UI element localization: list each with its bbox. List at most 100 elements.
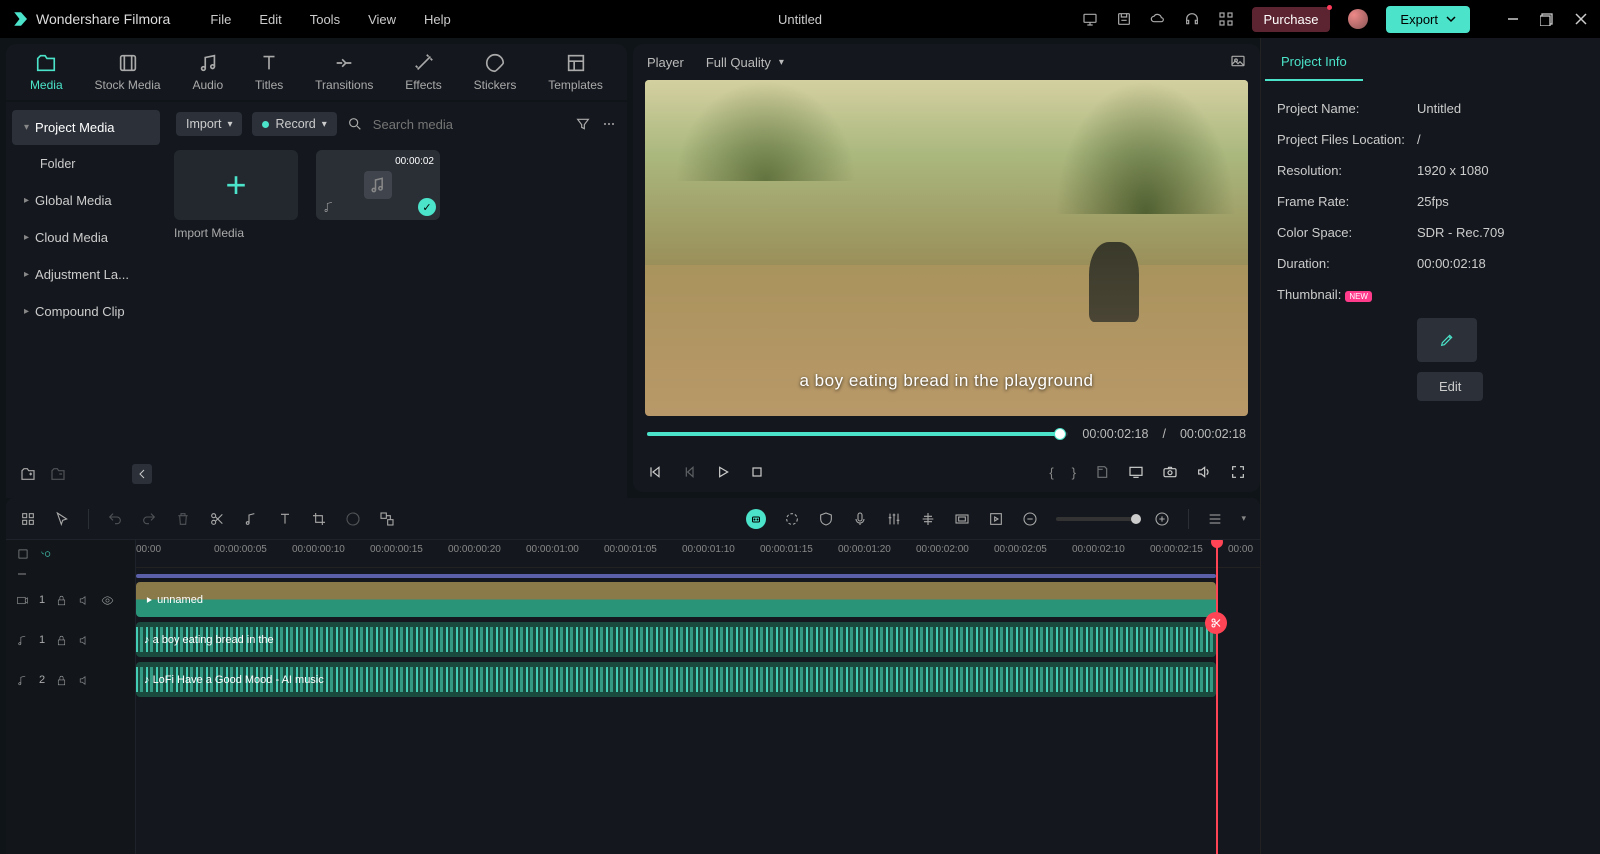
scissors-icon[interactable] bbox=[1205, 612, 1227, 634]
pin-icon[interactable] bbox=[16, 547, 30, 561]
sidebar-item-cloud-media[interactable]: ▸Cloud Media bbox=[12, 220, 160, 255]
sidebar-item-compound-clip[interactable]: ▸Compound Clip bbox=[12, 294, 160, 329]
volume-icon[interactable] bbox=[1196, 464, 1212, 480]
render-icon[interactable] bbox=[988, 511, 1004, 527]
speaker-icon[interactable] bbox=[78, 634, 91, 647]
lock-icon[interactable] bbox=[55, 674, 68, 687]
quality-dropdown[interactable]: Full Quality▾ bbox=[706, 55, 784, 70]
save-icon[interactable] bbox=[1116, 11, 1132, 27]
mic-icon[interactable] bbox=[852, 511, 868, 527]
zoom-out-icon[interactable] bbox=[1022, 511, 1038, 527]
menu-edit[interactable]: Edit bbox=[259, 12, 281, 27]
undo-icon[interactable] bbox=[107, 511, 123, 527]
export-button[interactable]: Export bbox=[1386, 6, 1470, 33]
chain-icon[interactable] bbox=[379, 511, 395, 527]
grid-icon[interactable] bbox=[20, 511, 36, 527]
tab-effects[interactable]: Effects bbox=[401, 52, 445, 92]
camera-icon[interactable] bbox=[1162, 464, 1178, 480]
delete-icon[interactable] bbox=[175, 511, 191, 527]
audio-clip-1[interactable]: ♪ a boy eating bread in the bbox=[136, 622, 1216, 657]
prev-frame-icon[interactable] bbox=[647, 464, 663, 480]
menu-help[interactable]: Help bbox=[424, 12, 451, 27]
sidebar-item-global-media[interactable]: ▸Global Media bbox=[12, 183, 160, 218]
spinner-icon[interactable] bbox=[784, 511, 800, 527]
audio-clip-2[interactable]: ♪ LoFi Have a Good Mood - AI music bbox=[136, 662, 1216, 697]
redo-icon[interactable] bbox=[141, 511, 157, 527]
color-icon[interactable] bbox=[345, 511, 361, 527]
tab-templates[interactable]: Templates bbox=[544, 52, 607, 92]
snapshot-icon[interactable] bbox=[1230, 53, 1246, 69]
user-avatar[interactable] bbox=[1348, 9, 1368, 29]
tab-transitions[interactable]: Transitions bbox=[311, 52, 377, 92]
thumbnail-box[interactable] bbox=[1417, 318, 1477, 362]
import-dropdown[interactable]: Import▾ bbox=[176, 112, 242, 136]
spacer-clip[interactable] bbox=[136, 574, 1216, 578]
text-tool-icon[interactable] bbox=[277, 511, 293, 527]
list-view-icon[interactable] bbox=[1207, 511, 1223, 527]
track-area[interactable]: 00:0000:00:00:0500:00:00:1000:00:00:1500… bbox=[136, 540, 1260, 854]
display-icon[interactable] bbox=[1128, 464, 1144, 480]
tab-titles[interactable]: Titles bbox=[251, 52, 287, 92]
headphones-icon[interactable] bbox=[1184, 11, 1200, 27]
ai-button[interactable] bbox=[746, 509, 766, 529]
tab-stickers[interactable]: Stickers bbox=[470, 52, 521, 92]
shield-icon[interactable] bbox=[818, 511, 834, 527]
close-icon[interactable] bbox=[1574, 12, 1588, 26]
mark-out-icon[interactable]: } bbox=[1072, 465, 1076, 480]
search-media-input[interactable] bbox=[373, 117, 565, 132]
menu-tools[interactable]: Tools bbox=[310, 12, 340, 27]
tab-media[interactable]: Media bbox=[26, 52, 67, 92]
chevron-down-icon[interactable]: ▾ bbox=[1241, 513, 1246, 524]
video-clip[interactable]: unnamed bbox=[136, 582, 1216, 617]
align-icon[interactable] bbox=[920, 511, 936, 527]
lock-icon[interactable] bbox=[55, 594, 68, 607]
menu-file[interactable]: File bbox=[210, 12, 231, 27]
cloud-icon[interactable] bbox=[1150, 11, 1166, 27]
import-media-card[interactable]: + Import Media bbox=[174, 150, 298, 494]
tab-stock-media[interactable]: Stock Media bbox=[91, 52, 165, 92]
sidebar-item-adjustment-layers[interactable]: ▸Adjustment La... bbox=[12, 257, 160, 292]
link-icon[interactable] bbox=[40, 547, 54, 561]
sidebar-item-project-media[interactable]: ▾Project Media bbox=[12, 110, 160, 145]
maximize-icon[interactable] bbox=[1540, 12, 1554, 26]
frame-icon[interactable] bbox=[954, 511, 970, 527]
minimize-icon[interactable] bbox=[1506, 12, 1520, 26]
audio-tool-icon[interactable] bbox=[243, 511, 259, 527]
delete-folder-icon[interactable] bbox=[50, 466, 66, 482]
crop-tool-icon[interactable] bbox=[311, 511, 327, 527]
sidebar-item-folder[interactable]: Folder bbox=[12, 147, 160, 181]
step-back-icon[interactable] bbox=[681, 464, 697, 480]
project-info-tab[interactable]: Project Info bbox=[1265, 44, 1363, 81]
filter-icon[interactable] bbox=[575, 116, 591, 132]
fullscreen-icon[interactable] bbox=[1230, 464, 1246, 480]
monitor-icon[interactable] bbox=[1082, 11, 1098, 27]
record-dropdown[interactable]: Record▾ bbox=[252, 112, 336, 136]
new-folder-icon[interactable] bbox=[20, 466, 36, 482]
mark-in-icon[interactable]: { bbox=[1049, 465, 1053, 480]
progress-scrubber[interactable] bbox=[647, 432, 1068, 436]
timeline-ruler[interactable]: 00:0000:00:00:0500:00:00:1000:00:00:1500… bbox=[136, 540, 1260, 568]
purchase-button[interactable]: Purchase bbox=[1252, 7, 1331, 32]
zoom-slider[interactable] bbox=[1056, 517, 1136, 521]
speaker-icon[interactable] bbox=[78, 674, 91, 687]
eye-icon[interactable] bbox=[101, 594, 114, 607]
media-clip-card[interactable]: 00:00:02 ✓ bbox=[316, 150, 440, 494]
zoom-in-icon[interactable] bbox=[1154, 511, 1170, 527]
play-icon[interactable] bbox=[715, 464, 731, 480]
speaker-icon[interactable] bbox=[78, 594, 91, 607]
playhead[interactable] bbox=[1216, 540, 1218, 854]
player-viewport[interactable]: a boy eating bread in the playground bbox=[645, 80, 1248, 416]
select-icon[interactable] bbox=[54, 511, 70, 527]
lock-icon[interactable] bbox=[55, 634, 68, 647]
collapse-sidebar-button[interactable] bbox=[132, 464, 152, 484]
mixer-icon[interactable] bbox=[886, 511, 902, 527]
marker-icon[interactable] bbox=[1094, 464, 1110, 480]
menu-view[interactable]: View bbox=[368, 12, 396, 27]
player-tab[interactable]: Player bbox=[647, 55, 684, 70]
apps-icon[interactable] bbox=[1218, 11, 1234, 27]
stop-icon[interactable] bbox=[749, 464, 765, 480]
edit-button[interactable]: Edit bbox=[1417, 372, 1483, 401]
tab-audio[interactable]: Audio bbox=[188, 52, 227, 92]
cut-icon[interactable] bbox=[209, 511, 225, 527]
more-icon[interactable] bbox=[601, 116, 617, 132]
